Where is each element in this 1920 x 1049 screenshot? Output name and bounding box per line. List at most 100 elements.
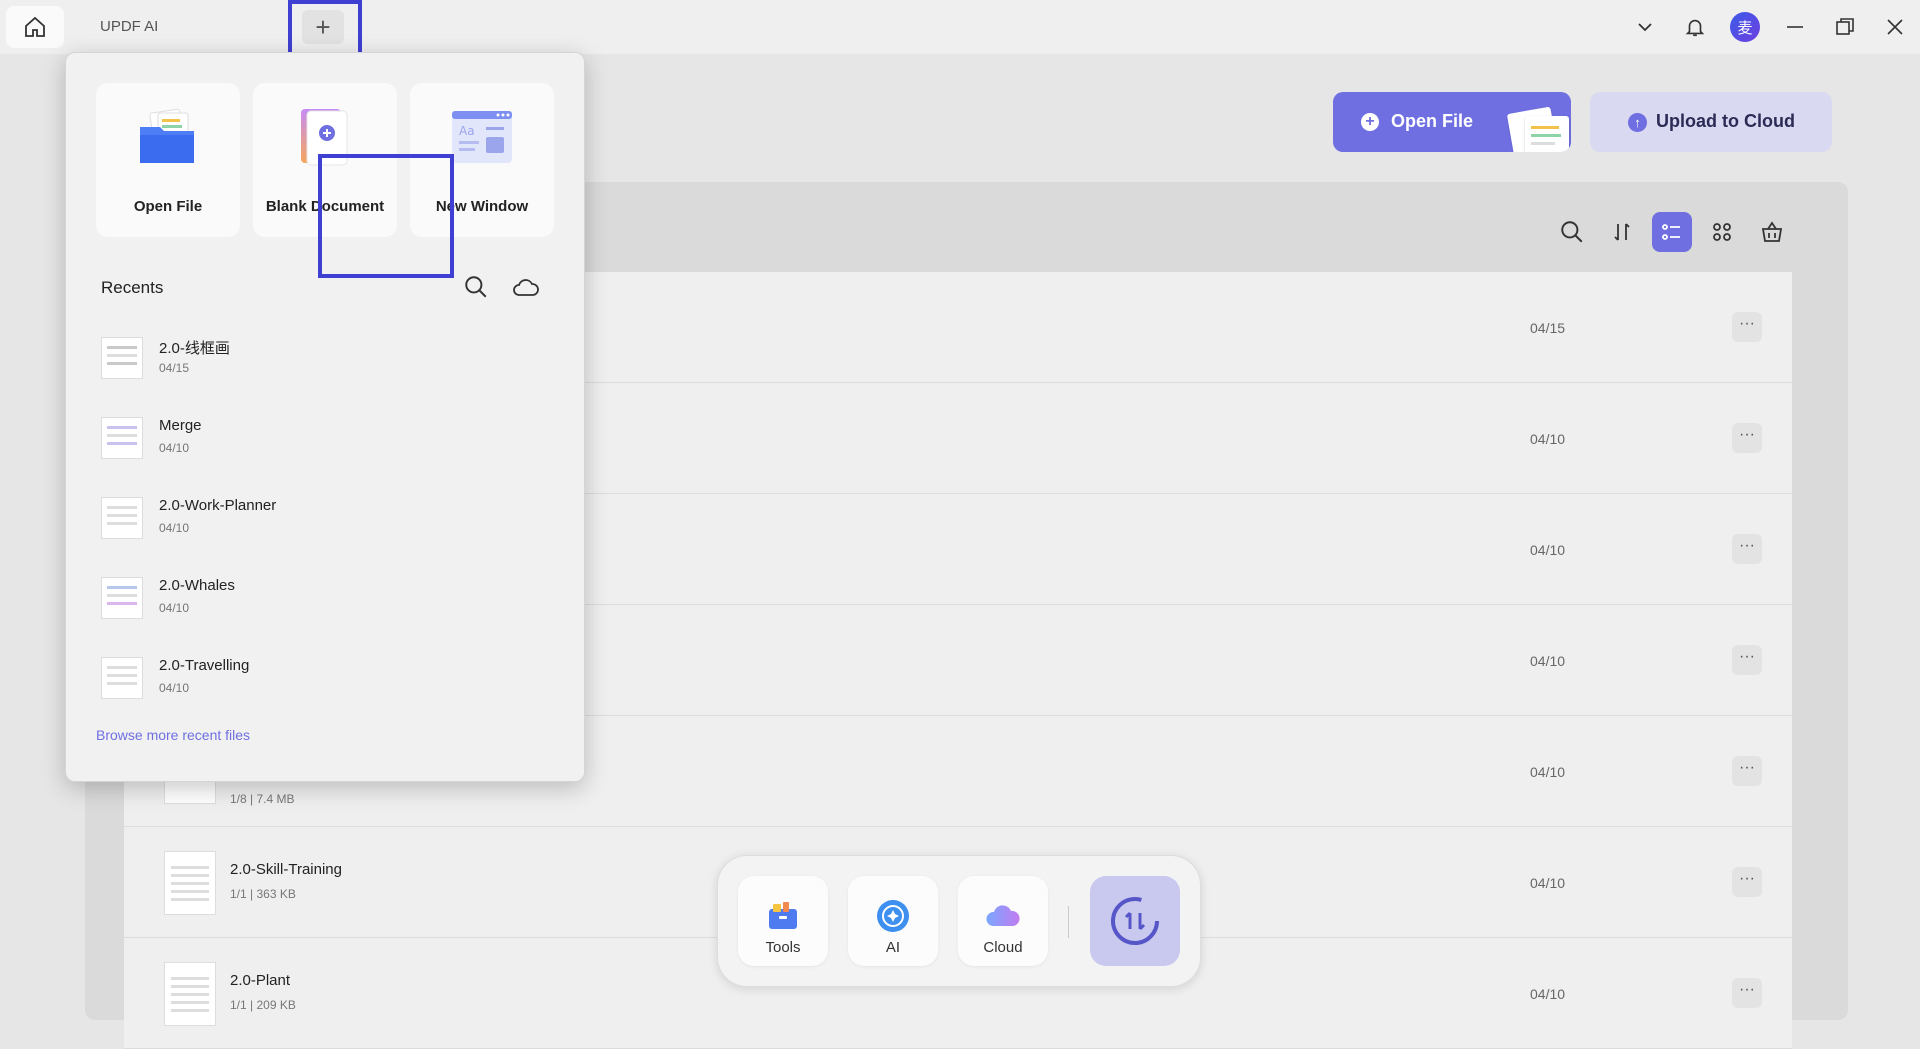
convert-button[interactable] <box>1090 876 1180 966</box>
ai-icon <box>877 900 909 932</box>
chevron-down-icon <box>1638 23 1652 32</box>
blank-document-card[interactable]: Blank Document <box>253 83 397 237</box>
file-name: 2.0-Plant <box>230 972 291 989</box>
ai-label: AI <box>885 939 901 956</box>
file-date: 04/10 <box>1530 875 1566 891</box>
file-date: 04/10 <box>1530 431 1566 447</box>
cloud-icon <box>986 905 1020 926</box>
blank-document-card-label: Blank Document <box>265 198 385 215</box>
file-meta: 1/8 | 7.4 MB <box>230 792 295 806</box>
recent-file-name: 2.0-Travelling <box>159 657 250 674</box>
tab-updf-ai[interactable]: UPDF AI <box>100 18 158 35</box>
bell-icon <box>1685 19 1705 37</box>
sort-icon <box>1614 223 1630 241</box>
more-options-button[interactable]: ··· <box>1732 534 1762 564</box>
cloud-button[interactable]: Cloud <box>958 876 1048 966</box>
close-button[interactable] <box>1870 0 1920 54</box>
new-window-card[interactable]: Aa New Window <box>410 83 554 237</box>
recent-file-item[interactable]: Merge 04/10 <box>101 405 541 475</box>
home-icon <box>25 16 45 37</box>
sort-button[interactable] <box>1602 212 1642 252</box>
recents-search-button[interactable] <box>460 271 492 303</box>
browse-more-recent-link[interactable]: Browse more recent files <box>96 727 250 743</box>
recent-file-name: 2.0-线框画 <box>159 340 230 357</box>
minimize-icon <box>1787 26 1803 28</box>
file-date: 04/10 <box>1530 653 1566 669</box>
grid-view-button[interactable] <box>1702 212 1742 252</box>
recent-file-item[interactable]: 2.0-Travelling 04/10 <box>101 645 541 715</box>
recents-cloud-button[interactable] <box>510 271 542 303</box>
trash-button[interactable] <box>1752 212 1792 252</box>
more-options-button[interactable]: ··· <box>1732 867 1762 897</box>
plus-circle-icon: + <box>1361 113 1379 131</box>
recent-file-item[interactable]: 2.0-Work-Planner 04/10 <box>101 485 541 555</box>
search-icon <box>1561 221 1583 243</box>
recent-file-item[interactable]: 2.0-Whales 04/10 <box>101 565 541 635</box>
toolbox-icon <box>769 902 797 929</box>
file-thumbnail <box>101 577 143 619</box>
recent-file-date: 04/10 <box>159 601 190 615</box>
upload-to-cloud-button[interactable]: ↑ Upload to Cloud <box>1590 92 1832 152</box>
file-meta: 1/1 | 209 KB <box>230 998 296 1012</box>
recent-file-item[interactable]: 2.0-线框画 04/15 <box>101 325 541 395</box>
file-thumbnail <box>101 417 143 459</box>
file-date: 04/10 <box>1530 986 1566 1002</box>
recents-title: Recents <box>101 278 164 297</box>
tools-button[interactable]: Tools <box>738 876 828 966</box>
blank-document-icon <box>301 109 348 166</box>
recent-file-date: 04/15 <box>159 361 190 375</box>
account-button[interactable]: 麦 <box>1720 0 1770 54</box>
file-thumbnail <box>164 851 216 915</box>
open-file-button[interactable]: + Open File <box>1333 92 1571 152</box>
more-options-button[interactable]: ··· <box>1732 312 1762 342</box>
search-icon <box>465 276 487 298</box>
upload-to-cloud-label: Upload to Cloud <box>1656 111 1795 131</box>
recent-file-date: 04/10 <box>159 441 190 455</box>
convert-icon <box>1111 897 1159 945</box>
file-date: 04/10 <box>1530 764 1566 780</box>
more-options-button[interactable]: ··· <box>1732 645 1762 675</box>
ai-button[interactable]: AI <box>848 876 938 966</box>
file-thumbnail <box>101 337 143 379</box>
more-options-button[interactable]: ··· <box>1732 978 1762 1008</box>
home-button[interactable] <box>6 6 64 48</box>
new-tab-popup: Open File Blank Document Aa New Window R… <box>65 52 585 782</box>
basket-icon <box>1761 221 1783 242</box>
minimize-button[interactable] <box>1770 0 1820 54</box>
add-tab-button[interactable]: + <box>302 10 344 44</box>
recent-file-date: 04/10 <box>159 681 190 695</box>
restore-icon <box>1836 18 1854 35</box>
close-icon <box>1887 19 1903 35</box>
more-options-button[interactable]: ··· <box>1732 756 1762 786</box>
recent-file-name: 2.0-Work-Planner <box>159 497 277 514</box>
file-date: 04/15 <box>1530 320 1566 336</box>
upload-icon: ↑ <box>1628 113 1647 132</box>
window-controls: 麦 <box>1620 0 1920 54</box>
tools-label: Tools <box>765 939 801 956</box>
file-thumbnail <box>101 497 143 539</box>
recent-file-date: 04/10 <box>159 521 190 535</box>
list-view-button[interactable] <box>1652 212 1692 252</box>
more-options-button[interactable]: ··· <box>1732 423 1762 453</box>
file-thumbnail <box>164 962 216 1026</box>
restore-button[interactable] <box>1820 0 1870 54</box>
cloud-label: Cloud <box>983 939 1023 956</box>
list-view-icon <box>1662 224 1680 240</box>
recent-file-name: 2.0-Whales <box>159 577 235 594</box>
new-window-card-label: New Window <box>435 198 529 215</box>
open-file-card[interactable]: Open File <box>96 83 240 237</box>
title-bar: UPDF AI + 麦 <box>0 0 1920 54</box>
search-button[interactable] <box>1552 212 1592 252</box>
file-date: 04/10 <box>1530 542 1566 558</box>
svg-text:Aa: Aa <box>459 124 475 138</box>
file-name: 2.0-Skill-Training <box>230 861 342 878</box>
grid-view-icon <box>1713 223 1731 241</box>
dropdown-button[interactable] <box>1620 0 1670 54</box>
new-window-icon: Aa <box>452 111 512 163</box>
recent-file-name: Merge <box>159 417 202 434</box>
file-thumbnail <box>101 657 143 699</box>
cloud-outline-icon <box>513 279 539 296</box>
notifications-button[interactable] <box>1670 0 1720 54</box>
open-file-label: Open File <box>1391 111 1474 131</box>
file-meta: 1/1 | 363 KB <box>230 887 296 901</box>
